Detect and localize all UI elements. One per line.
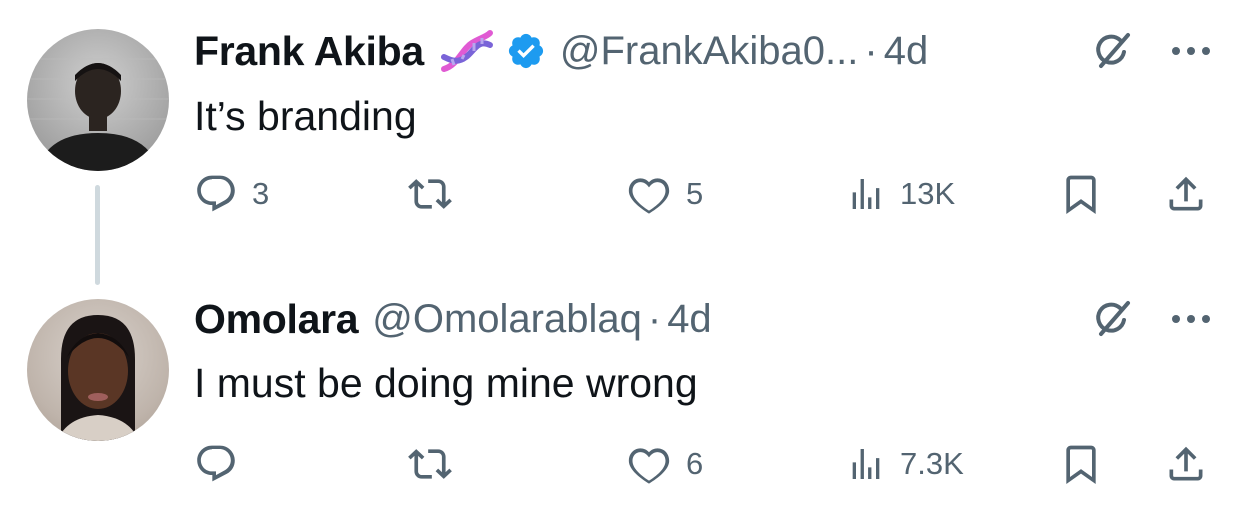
share-icon	[1169, 176, 1203, 211]
thread-line	[95, 185, 100, 285]
reply-icon	[197, 445, 235, 482]
share-button[interactable]	[1164, 442, 1208, 486]
tweet-actions: 3 5 13K	[194, 169, 1210, 219]
like-count: 6	[686, 446, 704, 481]
tweet-text: I must be doing mine wrong	[194, 360, 698, 406]
avatar[interactable]	[27, 29, 169, 171]
grok-icon[interactable]	[1092, 298, 1134, 340]
display-name[interactable]: Frank Akiba	[194, 28, 424, 75]
heart-icon	[628, 448, 670, 484]
handle[interactable]: @FrankAkiba0...	[560, 29, 859, 74]
tweet-text: It’s branding	[194, 93, 417, 139]
share-icon	[1169, 446, 1203, 481]
retweet-button[interactable]	[406, 442, 468, 486]
bookmark-button[interactable]	[1059, 442, 1103, 486]
tweet-header: Omolara @Omolarablaq · 4d	[194, 293, 1212, 345]
timestamp[interactable]: 4d	[667, 297, 712, 342]
reply-icon	[197, 175, 235, 212]
more-icon[interactable]	[1170, 45, 1212, 57]
header-actions	[1092, 25, 1212, 77]
timestamp[interactable]: 4d	[884, 29, 929, 74]
retweet-button[interactable]	[406, 172, 468, 216]
header-actions	[1092, 293, 1212, 345]
reply-count: 3	[252, 176, 270, 211]
separator: ·	[864, 28, 878, 73]
bookmark-icon	[1066, 175, 1096, 215]
tweet-header: Frank Akiba @FrankAkiba0... · 4d	[194, 25, 1212, 77]
like-button[interactable]: 6	[626, 442, 703, 486]
display-name[interactable]: Omolara	[194, 296, 359, 343]
views-button[interactable]: 13K	[846, 172, 955, 216]
handle[interactable]: @Omolarablaq	[372, 297, 642, 342]
tweet-actions: 6 7.3K	[194, 439, 1210, 489]
retweet-icon	[408, 179, 452, 209]
reply-button[interactable]: 3	[194, 172, 269, 216]
reply-button[interactable]	[194, 442, 252, 486]
verified-badge-icon	[506, 31, 546, 71]
dna-emoji	[436, 27, 496, 75]
tweet[interactable]: Frank Akiba @FrankAkiba0... · 4d It’s br…	[0, 0, 1242, 285]
retweet-icon	[408, 449, 452, 479]
like-button[interactable]: 5	[626, 172, 703, 216]
more-icon[interactable]	[1170, 313, 1212, 325]
heart-icon	[628, 178, 670, 214]
views-icon	[852, 179, 880, 209]
views-icon	[852, 449, 880, 479]
avatar[interactable]	[27, 299, 169, 441]
bookmark-icon	[1066, 445, 1096, 485]
separator: ·	[647, 296, 662, 341]
view-count: 7.3K	[900, 446, 964, 481]
tweet[interactable]: Omolara @Omolarablaq · 4d I must be doin…	[0, 275, 1242, 525]
bookmark-button[interactable]	[1059, 172, 1103, 216]
grok-icon[interactable]	[1092, 30, 1134, 72]
share-button[interactable]	[1164, 172, 1208, 216]
handle-meta: @FrankAkiba0... · 4d	[546, 29, 928, 74]
like-count: 5	[686, 176, 704, 211]
views-button[interactable]: 7.3K	[846, 442, 964, 486]
handle-meta: @Omolarablaq · 4d	[358, 297, 711, 342]
view-count: 13K	[900, 176, 956, 211]
